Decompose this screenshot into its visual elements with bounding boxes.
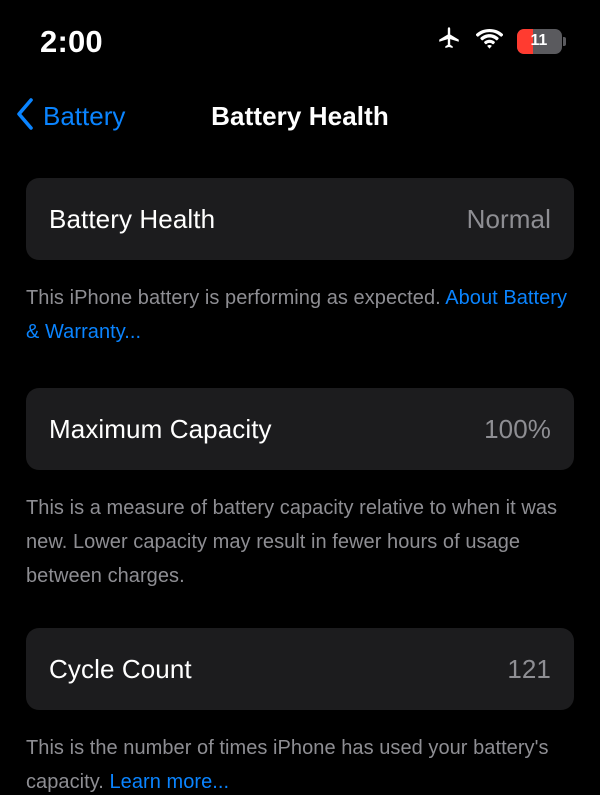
footer-text: This is a measure of battery capacity re… [26, 497, 558, 587]
battery-icon: 11 [517, 28, 566, 54]
footer-text: This iPhone battery is performing as exp… [26, 287, 446, 309]
settings-content: Battery Health Normal This iPhone batter… [0, 178, 600, 795]
battery-health-screen: 2:00 11 Battery Health Battery Battery H… [0, 0, 600, 795]
row-battery-health[interactable]: Battery Health Normal [26, 178, 574, 260]
section-cycle-count: Cycle Count 121 This is the number of ti… [0, 628, 600, 795]
status-bar-time: 2:00 [40, 23, 103, 59]
chevron-left-icon [14, 96, 36, 137]
battery-shell: 11 [517, 28, 562, 54]
back-button-label: Battery [43, 101, 126, 131]
status-bar: 2:00 11 [0, 0, 600, 76]
airplane-mode-icon [436, 26, 462, 57]
row-value: 121 [507, 653, 551, 684]
row-value: Normal [466, 203, 551, 234]
footer-text: This is the number of times iPhone has u… [26, 737, 549, 793]
wifi-icon [475, 28, 504, 54]
back-button[interactable]: Battery [14, 88, 125, 144]
row-maximum-capacity[interactable]: Maximum Capacity 100% [26, 388, 574, 470]
status-bar-icons: 11 [436, 20, 566, 57]
section-footer: This iPhone battery is performing as exp… [0, 260, 600, 349]
section-footer: This is the number of times iPhone has u… [0, 710, 600, 795]
navigation-bar: Battery Health Battery [0, 88, 600, 144]
section-footer: This is a measure of battery capacity re… [0, 470, 600, 593]
row-value: 100% [484, 413, 551, 444]
row-label: Maximum Capacity [49, 413, 272, 444]
row-label: Battery Health [49, 203, 216, 234]
battery-cap [563, 36, 566, 46]
row-label: Cycle Count [49, 653, 192, 684]
section-maximum-capacity: Maximum Capacity 100% This is a measure … [0, 388, 600, 593]
row-cycle-count[interactable]: Cycle Count 121 [26, 628, 574, 710]
section-battery-health: Battery Health Normal This iPhone batter… [0, 178, 600, 349]
battery-level-text: 11 [530, 32, 548, 49]
learn-more-link[interactable]: Learn more... [110, 771, 230, 793]
